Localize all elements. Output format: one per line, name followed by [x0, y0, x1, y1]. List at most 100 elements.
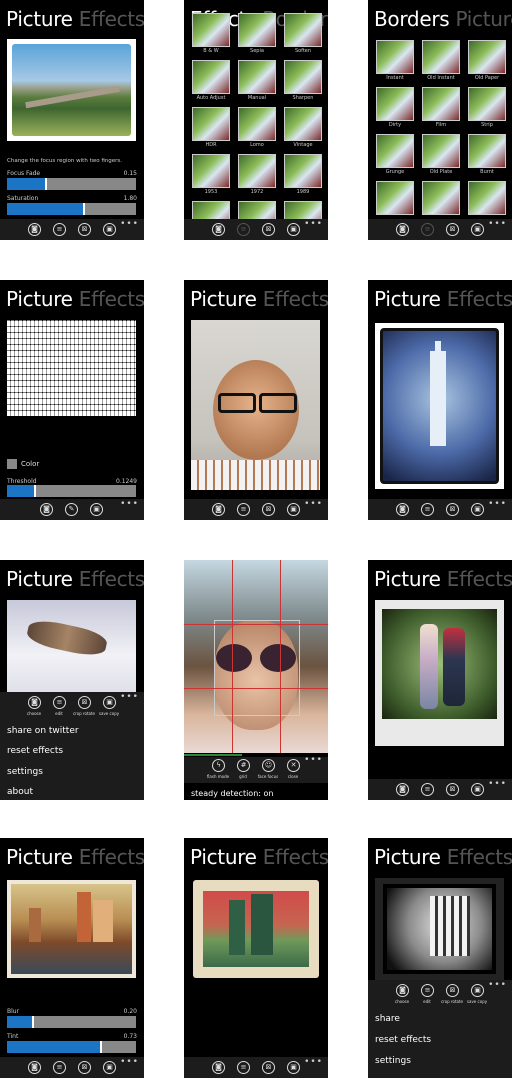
- list-icon[interactable]: ≡: [53, 696, 66, 709]
- list-icon[interactable]: ≡: [421, 783, 434, 796]
- list-icon[interactable]: ≡: [237, 503, 250, 516]
- pivot-item-picture[interactable]: Picture: [374, 287, 441, 311]
- camera-icon[interactable]: ◙: [40, 503, 53, 516]
- photo-preview[interactable]: [191, 320, 320, 490]
- crop-icon[interactable]: ⊠: [78, 223, 91, 236]
- camera-icon[interactable]: ◙: [396, 783, 409, 796]
- camera-icon[interactable]: ◙: [28, 696, 41, 709]
- list-icon[interactable]: ≡: [53, 1061, 66, 1074]
- more-icon[interactable]: •••: [488, 980, 507, 990]
- effect-thumbnail[interactable]: Manual: [238, 60, 276, 101]
- more-icon[interactable]: •••: [488, 499, 507, 509]
- edit-icon[interactable]: ✎: [65, 503, 78, 516]
- slider-thumb[interactable]: [34, 485, 36, 497]
- face-focus-icon[interactable]: ☺: [262, 759, 275, 772]
- pivot-item-borders[interactable]: Borders: [374, 7, 450, 31]
- camera-icon[interactable]: ◙: [396, 503, 409, 516]
- slider-thumb[interactable]: [100, 1041, 102, 1053]
- menu-about[interactable]: about: [7, 787, 33, 797]
- effect-thumbnail[interactable]: [422, 181, 460, 221]
- pivot-item-picture[interactable]: Picture: [6, 567, 73, 591]
- effect-thumbnail[interactable]: Old Instant: [422, 40, 460, 81]
- crop-icon[interactable]: ⊠: [446, 984, 459, 997]
- tint-slider[interactable]: [7, 1041, 136, 1053]
- effect-thumbnail[interactable]: Burnt: [468, 134, 506, 175]
- more-icon[interactable]: •••: [120, 692, 139, 702]
- pivot-item-effects[interactable]: Effects: [79, 845, 144, 869]
- pivot-item-picture[interactable]: Picture: [374, 845, 441, 869]
- effect-thumbnail[interactable]: [468, 181, 506, 221]
- more-icon[interactable]: •••: [120, 499, 139, 509]
- grid-icon[interactable]: #: [237, 759, 250, 772]
- effect-thumbnail[interactable]: 1989: [284, 154, 322, 195]
- effect-thumbnail[interactable]: Dirty: [376, 87, 414, 128]
- camera-icon[interactable]: ◙: [212, 1061, 225, 1074]
- slider-thumb[interactable]: [32, 1016, 34, 1028]
- pivot-item-effects[interactable]: Effects: [447, 567, 512, 591]
- photo-preview[interactable]: [193, 880, 319, 978]
- photo-preview[interactable]: [7, 320, 136, 416]
- pivot-item-picture[interactable]: Picture: [455, 7, 512, 31]
- list-icon[interactable]: ≡: [53, 223, 66, 236]
- list-icon[interactable]: ≡: [421, 223, 434, 236]
- effect-thumbnail[interactable]: HDR: [192, 107, 230, 148]
- pivot-item-effects[interactable]: Effects: [447, 287, 512, 311]
- effect-thumbnail[interactable]: Soften: [284, 13, 322, 54]
- menu-reset-effects[interactable]: reset effects: [375, 1035, 431, 1045]
- list-icon[interactable]: ≡: [237, 223, 250, 236]
- save-icon[interactable]: ▣: [287, 1061, 300, 1074]
- close-icon[interactable]: ✕: [287, 759, 300, 772]
- effect-thumbnail[interactable]: Old Plate: [422, 134, 460, 175]
- steady-detection-item[interactable]: steady detection: on: [191, 789, 273, 798]
- list-icon[interactable]: ≡: [421, 984, 434, 997]
- effect-thumbnail[interactable]: Sharpen: [284, 60, 322, 101]
- menu-settings[interactable]: settings: [7, 767, 43, 777]
- pivot-item-effects[interactable]: Effects: [263, 845, 328, 869]
- crop-icon[interactable]: ⊠: [78, 696, 91, 709]
- more-icon[interactable]: •••: [488, 219, 507, 229]
- save-icon[interactable]: ▣: [287, 223, 300, 236]
- camera-icon[interactable]: ◙: [212, 503, 225, 516]
- pivot-item-effects[interactable]: Effects: [263, 287, 328, 311]
- pivot-item-effects[interactable]: Effects: [79, 7, 144, 31]
- pivot-item-picture[interactable]: Picture: [190, 287, 257, 311]
- more-icon[interactable]: •••: [304, 499, 323, 509]
- effect-thumbnail[interactable]: Sepia: [238, 13, 276, 54]
- pivot-item-effects[interactable]: Effects: [79, 287, 144, 311]
- slider-thumb[interactable]: [83, 203, 85, 215]
- photo-preview[interactable]: [7, 600, 136, 692]
- crop-icon[interactable]: ⊠: [446, 783, 459, 796]
- effect-thumbnail[interactable]: Old Paper: [468, 40, 506, 81]
- menu-share-on-twitter[interactable]: share on twitter: [7, 726, 79, 736]
- camera-icon[interactable]: ◙: [396, 984, 409, 997]
- list-icon[interactable]: ≡: [237, 1061, 250, 1074]
- camera-icon[interactable]: ◙: [212, 223, 225, 236]
- blur-slider[interactable]: [7, 1016, 136, 1028]
- crop-icon[interactable]: ⊠: [262, 503, 275, 516]
- flash-icon[interactable]: ϟ: [212, 759, 225, 772]
- photo-preview[interactable]: [7, 39, 136, 141]
- save-icon[interactable]: ▣: [471, 984, 484, 997]
- camera-viewfinder[interactable]: [184, 560, 328, 753]
- photo-preview[interactable]: [375, 600, 504, 746]
- crop-icon[interactable]: ⊠: [446, 503, 459, 516]
- pivot-item-picture[interactable]: Picture: [190, 845, 257, 869]
- slider-thumb[interactable]: [45, 178, 47, 190]
- crop-icon[interactable]: ⊠: [262, 1061, 275, 1074]
- more-icon[interactable]: •••: [304, 1057, 323, 1067]
- save-icon[interactable]: ▣: [471, 503, 484, 516]
- effect-thumbnail[interactable]: Strip: [468, 87, 506, 128]
- more-icon[interactable]: •••: [304, 755, 323, 765]
- crop-icon[interactable]: ⊠: [446, 223, 459, 236]
- save-icon[interactable]: ▣: [471, 783, 484, 796]
- list-icon[interactable]: ≡: [421, 503, 434, 516]
- save-icon[interactable]: ▣: [103, 223, 116, 236]
- effect-thumbnail[interactable]: Instant: [376, 40, 414, 81]
- effect-thumbnail[interactable]: Lomo: [238, 107, 276, 148]
- photo-preview[interactable]: [375, 878, 504, 980]
- crop-icon[interactable]: ⊠: [78, 1061, 91, 1074]
- camera-icon[interactable]: ◙: [28, 1061, 41, 1074]
- save-icon[interactable]: ▣: [103, 1061, 116, 1074]
- pivot-item-picture[interactable]: Picture: [6, 845, 73, 869]
- effect-thumbnail[interactable]: Film: [422, 87, 460, 128]
